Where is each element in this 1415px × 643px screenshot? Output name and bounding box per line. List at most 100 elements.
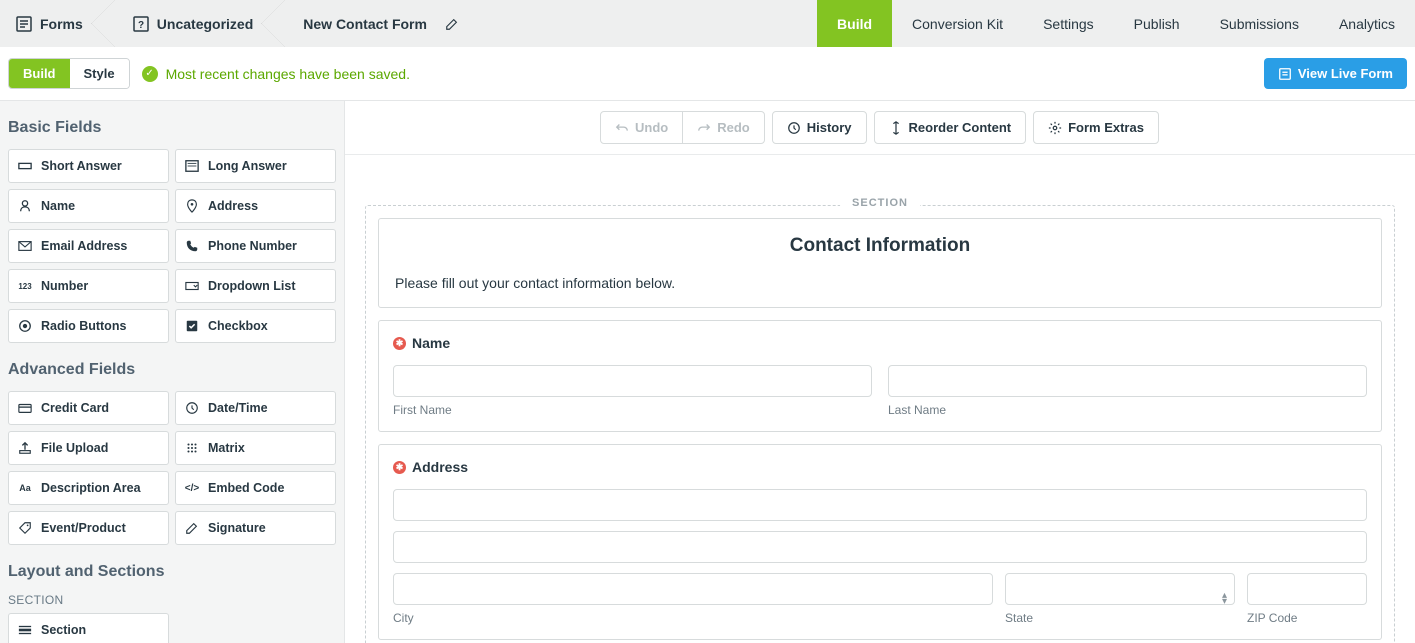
tab-settings-label: Settings [1043, 16, 1094, 32]
field-short-answer-label: Short Answer [41, 159, 122, 173]
field-address[interactable]: Address [175, 189, 336, 223]
secondbar: Build Style ✓ Most recent changes have b… [0, 47, 1415, 101]
first-name-input[interactable] [393, 365, 872, 397]
field-phone[interactable]: Phone Number [175, 229, 336, 263]
topnav: Build Conversion Kit Settings Publish Su… [817, 0, 1415, 47]
tab-build-label: Build [837, 16, 872, 32]
sidebar: Basic Fields Short Answer Long Answer Na… [0, 101, 345, 643]
address-line2-input[interactable] [393, 531, 1367, 563]
breadcrumb-category-label: Uncategorized [157, 16, 253, 32]
field-dropdown[interactable]: Dropdown List [175, 269, 336, 303]
view-live-label: View Live Form [1298, 66, 1393, 81]
sidebar-sub-section: SECTION [8, 593, 336, 607]
field-section-label: Section [41, 623, 86, 637]
external-icon [1278, 67, 1292, 81]
last-name-input[interactable] [888, 365, 1367, 397]
field-radio[interactable]: Radio Buttons [8, 309, 169, 343]
history-icon [787, 121, 801, 135]
section-icon [17, 622, 33, 638]
short-answer-icon [17, 158, 33, 174]
gear-icon [1048, 121, 1062, 135]
pin-icon [184, 198, 200, 214]
field-short-answer[interactable]: Short Answer [8, 149, 169, 183]
last-name-sublabel: Last Name [888, 403, 1367, 417]
name-field[interactable]: ✱ Name First Name Last Name [378, 320, 1382, 432]
form-area: SECTION Contact Information Please fill … [345, 155, 1415, 643]
field-number-label: Number [41, 279, 88, 293]
field-event-product[interactable]: Event/Product [8, 511, 169, 545]
breadcrumb-forms[interactable]: Forms [0, 0, 103, 47]
field-file-upload-label: File Upload [41, 441, 108, 455]
field-credit-card-label: Credit Card [41, 401, 109, 415]
address-field[interactable]: ✱ Address City ▴ [378, 444, 1382, 640]
section-header[interactable]: Contact Information Please fill out your… [378, 218, 1382, 308]
breadcrumb-current-label: New Contact Form [303, 16, 427, 32]
tab-conversion-label: Conversion Kit [912, 16, 1003, 32]
zip-input[interactable] [1247, 573, 1367, 605]
view-live-form-button[interactable]: View Live Form [1264, 58, 1407, 89]
tab-analytics-label: Analytics [1339, 16, 1395, 32]
field-long-answer-label: Long Answer [208, 159, 287, 173]
field-file-upload[interactable]: File Upload [8, 431, 169, 465]
reorder-label: Reorder Content [909, 120, 1012, 135]
city-input[interactable] [393, 573, 993, 605]
tab-publish[interactable]: Publish [1114, 0, 1200, 47]
redo-icon [697, 121, 711, 135]
field-address-label: Address [208, 199, 258, 213]
field-description[interactable]: AaDescription Area [8, 471, 169, 505]
history-label: History [807, 120, 852, 135]
breadcrumb: Forms ? Uncategorized New Contact Form [0, 0, 479, 47]
field-checkbox[interactable]: Checkbox [175, 309, 336, 343]
field-credit-card[interactable]: Credit Card [8, 391, 169, 425]
field-signature[interactable]: Signature [175, 511, 336, 545]
address-field-label: Address [412, 459, 468, 475]
reorder-button[interactable]: Reorder Content [874, 111, 1027, 144]
field-email[interactable]: Email Address [8, 229, 169, 263]
tab-build[interactable]: Build [817, 0, 892, 47]
field-checkbox-label: Checkbox [208, 319, 268, 333]
section-title: Contact Information [395, 235, 1365, 257]
long-answer-icon [184, 158, 200, 174]
redo-button[interactable]: Redo [682, 111, 765, 144]
state-sublabel: State [1005, 611, 1235, 625]
field-name[interactable]: Name [8, 189, 169, 223]
undo-label: Undo [635, 120, 668, 135]
name-field-label: Name [412, 335, 450, 351]
field-embed-code[interactable]: </>Embed Code [175, 471, 336, 505]
toggle-style[interactable]: Style [70, 59, 129, 88]
form-extras-button[interactable]: Form Extras [1033, 111, 1159, 144]
breadcrumb-current[interactable]: New Contact Form [273, 0, 479, 47]
section-badge: SECTION [840, 197, 920, 209]
tab-analytics[interactable]: Analytics [1319, 0, 1415, 47]
first-name-sublabel: First Name [393, 403, 872, 417]
field-section[interactable]: Section [8, 613, 169, 643]
tab-conversion-kit[interactable]: Conversion Kit [892, 0, 1023, 47]
field-date-time[interactable]: Date/Time [175, 391, 336, 425]
field-phone-label: Phone Number [208, 239, 297, 253]
pencil-icon[interactable] [445, 17, 459, 31]
toggle-build[interactable]: Build [9, 59, 70, 88]
field-date-time-label: Date/Time [208, 401, 268, 415]
sidebar-heading-advanced: Advanced Fields [8, 361, 336, 379]
undo-button[interactable]: Undo [600, 111, 683, 144]
history-button[interactable]: History [772, 111, 867, 144]
address-line1-input[interactable] [393, 489, 1367, 521]
tag-icon [17, 520, 33, 536]
field-long-answer[interactable]: Long Answer [175, 149, 336, 183]
section-block[interactable]: SECTION Contact Information Please fill … [365, 205, 1395, 643]
matrix-icon [184, 440, 200, 456]
breadcrumb-category[interactable]: ? Uncategorized [103, 0, 273, 47]
state-select[interactable] [1005, 573, 1235, 605]
field-matrix[interactable]: Matrix [175, 431, 336, 465]
extras-label: Form Extras [1068, 120, 1144, 135]
save-status: ✓ Most recent changes have been saved. [142, 66, 410, 82]
field-email-label: Email Address [41, 239, 127, 253]
field-embed-label: Embed Code [208, 481, 284, 495]
topbar: Forms ? Uncategorized New Contact Form B… [0, 0, 1415, 47]
dropdown-icon [184, 278, 200, 294]
card-icon [17, 400, 33, 416]
field-number[interactable]: 123Number [8, 269, 169, 303]
tab-settings[interactable]: Settings [1023, 0, 1114, 47]
forms-icon [16, 16, 32, 32]
tab-submissions[interactable]: Submissions [1200, 0, 1319, 47]
